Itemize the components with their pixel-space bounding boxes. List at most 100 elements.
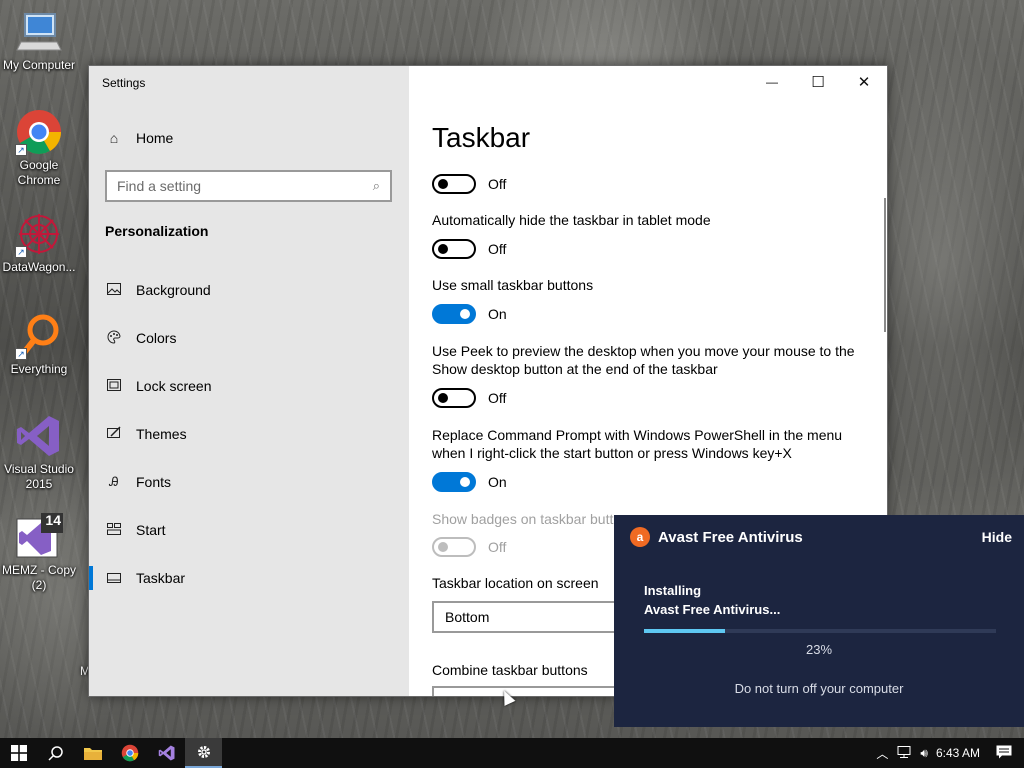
toggle-state: On: [488, 474, 507, 490]
toggle-row-badges: Off: [432, 537, 506, 557]
desktop-icon-label: DataWagon...: [2, 260, 76, 274]
avast-header: a Avast Free Antivirus Hide: [630, 525, 1012, 549]
toggle-state: Off: [488, 176, 507, 192]
content-scrollbar[interactable]: [884, 198, 886, 332]
install-note: Do not turn off your computer: [734, 681, 904, 696]
sidebar-item-label: Taskbar: [136, 570, 186, 586]
taskbar-icon: [106, 570, 122, 586]
desktop-icon-everything[interactable]: ↗ Everything: [0, 312, 78, 377]
chrome-icon: ↗: [15, 108, 63, 156]
desktop-icon-label: MEMZ - Copy (2): [1, 563, 76, 592]
search-placeholder: Find a setting: [117, 178, 202, 194]
start-layout-icon: [106, 522, 122, 538]
picture-icon: [106, 282, 122, 298]
windows-start-icon[interactable]: [0, 738, 37, 768]
search-icon[interactable]: [37, 738, 74, 768]
toggle-knob: [460, 309, 470, 319]
memz-badge: 14: [45, 512, 61, 528]
status-line-1: Installing: [644, 583, 702, 598]
palette-icon: [106, 329, 122, 347]
desktop-icon-label: Visual Studio 2015: [4, 462, 74, 491]
settings-sidebar: Settings ⌂ Home Find a setting ⌕ Persona…: [89, 66, 409, 696]
lock-screen-icon: [106, 378, 122, 394]
toggle-row-peek: Off: [432, 388, 506, 408]
toggle-switch[interactable]: [432, 174, 476, 194]
small-buttons-toggle[interactable]: [432, 304, 476, 324]
dropdown-value: Bottom: [445, 609, 490, 625]
chrome-icon[interactable]: [111, 738, 148, 768]
window-title: Settings: [102, 76, 146, 90]
shortcut-arrow-icon: ↗: [15, 144, 27, 156]
windows-taskbar: ︿ 🔊︎ 6:43 AM: [0, 738, 1024, 768]
toggle-row-partial: Off: [432, 174, 506, 194]
settings-gear-icon[interactable]: [185, 738, 222, 768]
toggle-row-autohide-tablet: Off: [432, 239, 506, 259]
hide-button[interactable]: Hide: [982, 529, 1012, 545]
toggle-row-powershell: On: [432, 472, 507, 492]
action-center-icon[interactable]: [984, 745, 1024, 762]
memz-icon: 14: [15, 513, 63, 561]
desktop-icon-label: My Computer: [2, 58, 76, 72]
show-hidden-icons-icon[interactable]: ︿: [872, 745, 892, 762]
toggle-state: Off: [488, 241, 507, 257]
search-icon: ⌕: [372, 178, 380, 193]
page-title: Taskbar: [432, 122, 531, 153]
desktop-icon-datawagon[interactable]: ↗ DataWagon...: [0, 210, 78, 275]
search-input[interactable]: Find a setting ⌕: [105, 170, 392, 202]
network-icon[interactable]: [892, 745, 916, 761]
sidebar-item-background[interactable]: Background: [89, 270, 409, 310]
volume-icon[interactable]: 🔊︎: [916, 746, 932, 761]
system-tray: ︿ 🔊︎ 6:43 AM: [872, 738, 1024, 768]
toggle-knob: [438, 542, 448, 552]
desktop-icon-my-computer[interactable]: My Computer: [0, 8, 78, 73]
setting-label-powershell: Replace Command Prompt with Windows Powe…: [432, 427, 843, 461]
setting-label-small-buttons: Use small taskbar buttons: [432, 277, 594, 293]
file-explorer-icon[interactable]: [74, 738, 111, 768]
progress-percent: 23%: [805, 642, 833, 657]
sidebar-item-label: Home: [136, 130, 174, 146]
sidebar-item-label: Lock screen: [136, 378, 212, 394]
progress-fill: [644, 629, 725, 633]
avast-title: Avast Free Antivirus: [658, 528, 803, 546]
toggle-knob: [460, 477, 470, 487]
sidebar-item-start[interactable]: Start: [89, 510, 409, 550]
sidebar-item-label: Background: [136, 282, 211, 298]
toggle-knob: [438, 244, 448, 254]
powershell-toggle[interactable]: [432, 472, 476, 492]
desktop-icon-google-chrome[interactable]: ↗ Google Chrome: [0, 108, 78, 188]
toggle-row-small-buttons: On: [432, 304, 507, 324]
sidebar-item-fonts[interactable]: Ꭿ Fonts: [89, 462, 409, 502]
sidebar-item-label: Start: [136, 522, 166, 538]
shortcut-arrow-icon: ↗: [15, 348, 27, 360]
visual-studio-icon: [15, 412, 63, 460]
sidebar-item-colors[interactable]: Colors: [89, 318, 409, 358]
brush-icon: [106, 425, 122, 443]
monitor-icon: [15, 8, 63, 56]
visual-studio-icon[interactable]: [148, 738, 185, 768]
sidebar-item-label: Colors: [136, 330, 177, 346]
section-heading: Personalization: [105, 223, 209, 239]
sidebar-item-home[interactable]: ⌂ Home: [89, 118, 409, 158]
desktop-icon-memz[interactable]: 14 MEMZ - Copy (2): [0, 513, 78, 593]
shortcut-arrow-icon: ↗: [15, 246, 27, 258]
font-icon: Ꭿ: [109, 474, 119, 489]
datawagon-icon: ↗: [15, 210, 63, 258]
toggle-knob: [438, 393, 448, 403]
status-line-2: Avast Free Antivirus...: [644, 602, 781, 617]
taskbar-clock[interactable]: 6:43 AM: [932, 746, 984, 760]
toggle-state: Off: [488, 390, 507, 406]
sidebar-item-label: Themes: [136, 426, 187, 442]
autohide-tablet-toggle[interactable]: [432, 239, 476, 259]
toggle-state: Off: [488, 539, 507, 555]
peek-toggle[interactable]: [432, 388, 476, 408]
desktop-icon-visual-studio[interactable]: Visual Studio 2015: [0, 412, 78, 492]
setting-label-autohide-tablet: Automatically hide the taskbar in tablet…: [432, 212, 711, 228]
sidebar-item-lock-screen[interactable]: Lock screen: [89, 366, 409, 406]
sidebar-item-themes[interactable]: Themes: [89, 414, 409, 454]
toggle-knob: [438, 179, 448, 189]
desktop-icon-label: Google Chrome: [17, 158, 61, 187]
badges-toggle: [432, 537, 476, 557]
desktop-icon-label: Everything: [10, 362, 68, 376]
sidebar-item-taskbar[interactable]: Taskbar: [89, 558, 409, 598]
avast-logo-icon: a: [630, 527, 650, 547]
